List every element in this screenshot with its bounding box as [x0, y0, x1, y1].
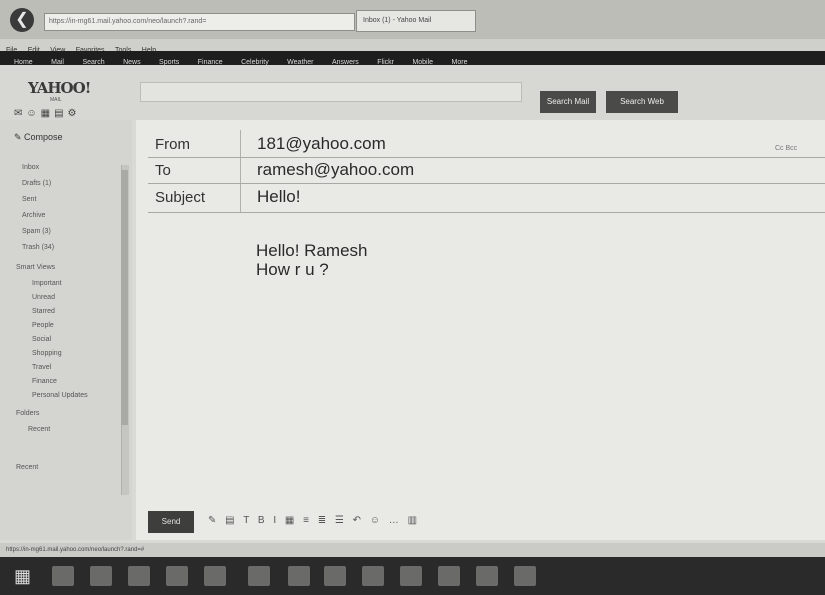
contacts-icon[interactable]: ☺: [26, 108, 40, 119]
notepad-icon[interactable]: ▤: [54, 108, 67, 119]
status-bar: https://in-mg61.mail.yahoo.com/neo/launc…: [0, 543, 825, 557]
task-app-icon[interactable]: [128, 566, 150, 586]
task-app-icon[interactable]: [324, 566, 346, 586]
from-label: From: [155, 136, 190, 153]
search-input[interactable]: [140, 82, 522, 102]
task-app-icon[interactable]: [248, 566, 270, 586]
windows-start-icon[interactable]: ▦: [14, 566, 31, 587]
row-divider: [148, 183, 825, 184]
sidebar-item-finance[interactable]: Finance: [32, 378, 57, 385]
mail-icon[interactable]: ✉: [14, 108, 26, 119]
row-divider: [148, 212, 825, 213]
sidebar-item-unread[interactable]: Unread: [32, 294, 55, 301]
back-arrow-icon[interactable]: ❮: [10, 8, 34, 32]
sidebar-item-starred[interactable]: Starred: [32, 308, 55, 315]
search-mail-button[interactable]: Search Mail: [540, 91, 596, 113]
task-app-icon[interactable]: [166, 566, 188, 586]
sidebar-item-archive[interactable]: Archive: [22, 212, 45, 219]
sidebar-item-travel[interactable]: Travel: [32, 364, 51, 371]
sidebar-item-important[interactable]: Important: [32, 280, 62, 287]
task-app-icon[interactable]: [204, 566, 226, 586]
send-button[interactable]: Send: [148, 511, 194, 533]
subject-field[interactable]: Hello!: [257, 187, 300, 207]
menu-bar: File Edit View Favorites Tools Help: [0, 39, 825, 54]
sidebar-scroll-thumb[interactable]: [121, 170, 128, 425]
sidebar-item-recent-2[interactable]: Recent: [16, 464, 38, 471]
task-app-icon[interactable]: [514, 566, 536, 586]
to-field[interactable]: ramesh@yahoo.com: [257, 160, 414, 180]
sidebar-item-folders[interactable]: Folders: [16, 410, 39, 417]
field-divider: [240, 130, 241, 212]
sidebar-item-inbox[interactable]: Inbox: [22, 164, 39, 171]
task-app-icon[interactable]: [362, 566, 384, 586]
sidebar-item-spam[interactable]: Spam (3): [22, 228, 51, 235]
sidebar-item-shopping[interactable]: Shopping: [32, 350, 62, 357]
sidebar-item-sent[interactable]: Sent: [22, 196, 36, 203]
compose-label: Compose: [24, 132, 63, 142]
browser-tab[interactable]: Inbox (1) - Yahoo Mail: [356, 10, 476, 32]
search-web-button[interactable]: Search Web: [606, 91, 678, 113]
address-bar[interactable]: https://in-mg61.mail.yahoo.com/neo/launc…: [44, 13, 355, 31]
task-app-icon[interactable]: [52, 566, 74, 586]
from-field[interactable]: 181@yahoo.com: [257, 134, 386, 154]
task-app-icon[interactable]: [476, 566, 498, 586]
cc-bcc-link[interactable]: Cc Bcc: [775, 145, 797, 152]
sidebar-item-drafts[interactable]: Drafts (1): [22, 180, 51, 187]
message-body-line-1[interactable]: Hello! Ramesh: [256, 241, 368, 261]
task-app-icon[interactable]: [438, 566, 460, 586]
sidebar-item-personal-updates[interactable]: Personal Updates: [32, 392, 88, 399]
sidebar-item-people[interactable]: People: [32, 322, 54, 329]
settings-icon[interactable]: ⚙: [68, 108, 81, 119]
formatting-toolbar[interactable]: ✎ ▤ T B I ▦ ≡ ≣ ☰ ↶ ☺ … ▥: [208, 515, 420, 526]
message-body-line-2[interactable]: How r u ?: [256, 260, 329, 280]
compose-button[interactable]: ✎ Compose: [14, 132, 63, 143]
sidebar-item-trash[interactable]: Trash (34): [22, 244, 54, 251]
calendar-icon[interactable]: ▦: [41, 108, 54, 119]
subject-label: Subject: [155, 189, 206, 206]
header-icons[interactable]: ✉☺▦▤⚙: [14, 108, 80, 119]
yahoo-logo[interactable]: YAHOO!: [28, 79, 91, 97]
task-app-icon[interactable]: [90, 566, 112, 586]
sidebar: [0, 120, 132, 540]
sidebar-item-smart-views[interactable]: Smart Views: [16, 264, 55, 271]
yahoo-nav-bar: Home Mail Search News Sports Finance Cel…: [0, 51, 825, 66]
sidebar-item-social[interactable]: Social: [32, 336, 51, 343]
to-label: To: [155, 162, 171, 179]
sidebar-item-recent-1[interactable]: Recent: [28, 426, 50, 433]
row-divider: [148, 157, 825, 158]
task-app-icon[interactable]: [288, 566, 310, 586]
task-app-icon[interactable]: [400, 566, 422, 586]
logo-subtitle: MAIL: [50, 97, 62, 103]
